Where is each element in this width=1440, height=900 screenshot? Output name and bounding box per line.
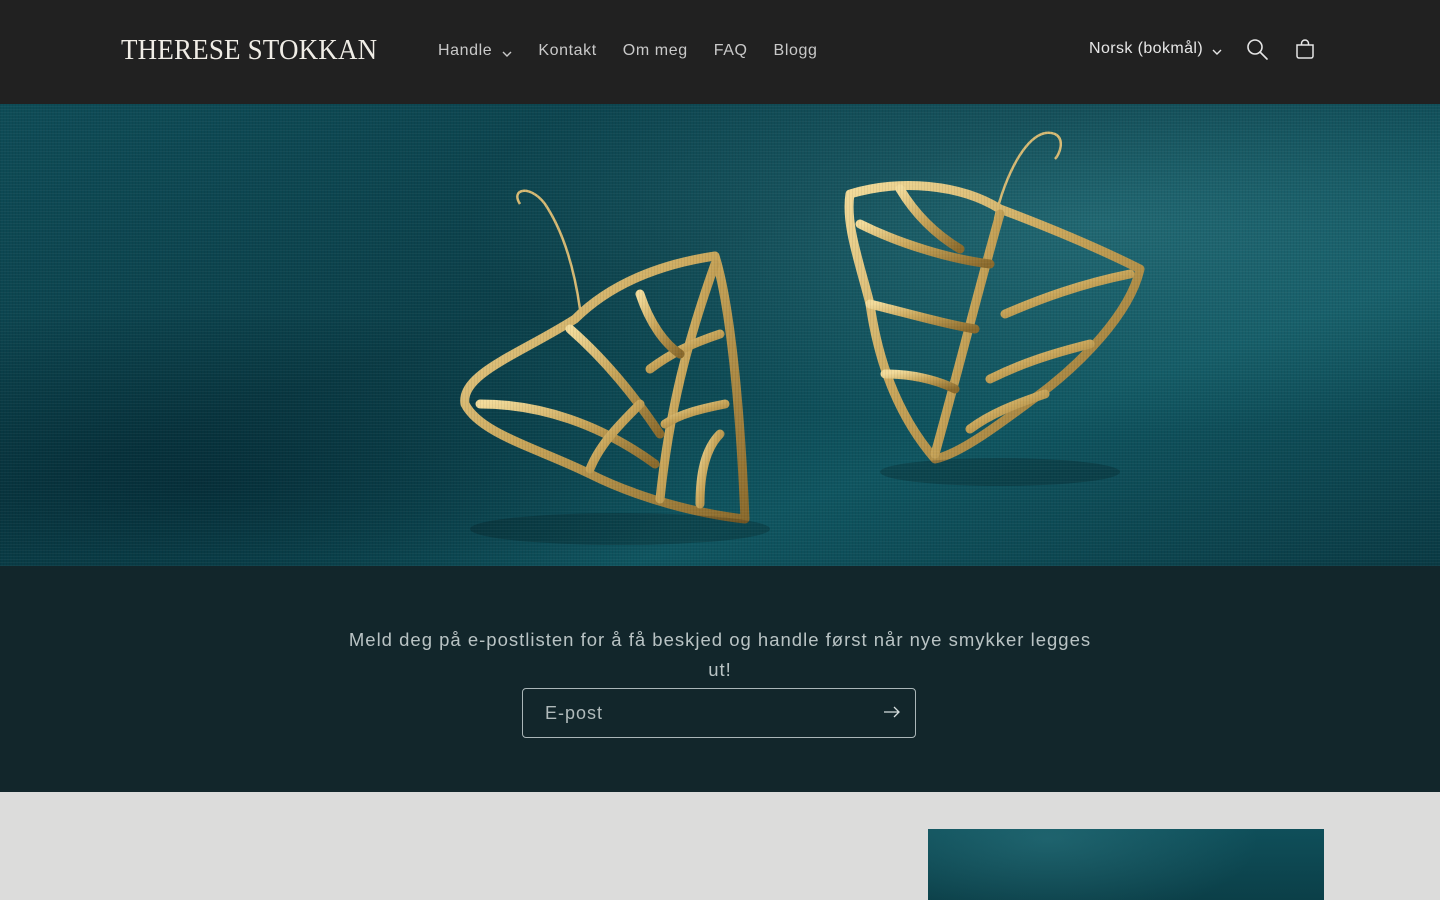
nav-item-label: Om meg — [622, 42, 688, 59]
language-label: Norsk (bokmål) — [1089, 40, 1204, 57]
search-button[interactable] — [1242, 36, 1272, 66]
nav-item-label: Handle — [438, 42, 493, 59]
chevron-down-icon — [502, 46, 512, 57]
nav-item-blogg[interactable]: Blogg — [761, 30, 831, 72]
arrow-right-icon — [883, 705, 901, 723]
nav-item-label: Blogg — [773, 42, 818, 59]
cart-icon — [1293, 37, 1317, 66]
newsletter-section: Meld deg på e-postlisten for å få beskje… — [0, 566, 1440, 792]
email-input[interactable] — [523, 689, 863, 737]
nav-item-label: FAQ — [713, 42, 748, 59]
cart-button[interactable] — [1290, 36, 1320, 66]
email-form — [522, 688, 916, 738]
site-logo[interactable]: THERESE STOKKAN — [121, 34, 377, 67]
search-icon — [1245, 37, 1269, 66]
hero-earrings-image — [460, 131, 1145, 545]
featured-image[interactable] — [928, 829, 1324, 900]
nav-item-handle[interactable]: Handle — [426, 30, 525, 72]
nav-item-faq[interactable]: FAQ — [701, 30, 761, 72]
newsletter-submit-button[interactable] — [881, 703, 903, 725]
hero-banner — [0, 104, 1440, 566]
main-nav: Handle Kontakt Om meg FAQ Blogg — [426, 28, 830, 74]
nav-item-om-meg[interactable]: Om meg — [610, 30, 701, 72]
newsletter-text: Meld deg på e-postlisten for å få beskje… — [348, 628, 1092, 680]
nav-item-label: Kontakt — [538, 42, 597, 59]
chevron-down-icon — [1212, 44, 1222, 55]
featured-section — [0, 792, 1440, 900]
language-selector[interactable]: Norsk (bokmål) — [1089, 40, 1222, 58]
nav-item-kontakt[interactable]: Kontakt — [525, 30, 609, 72]
site-header: THERESE STOKKAN Handle Kontakt Om meg FA… — [0, 0, 1440, 104]
